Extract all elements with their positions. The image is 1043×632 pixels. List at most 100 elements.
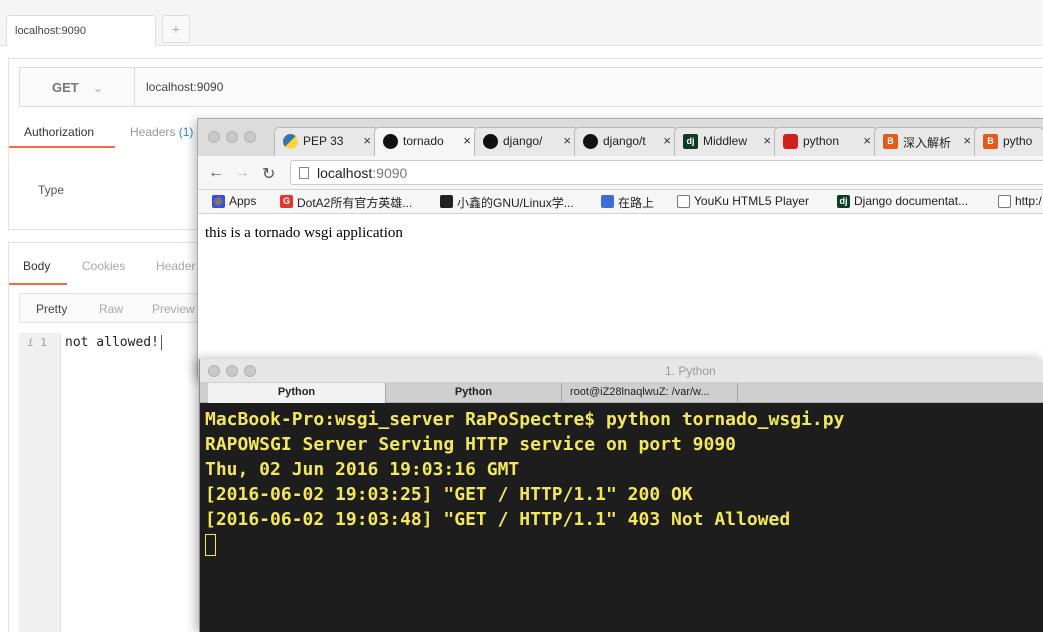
view-pretty-button[interactable]: Pretty xyxy=(36,302,67,316)
request-tabs: Authorization Headers (1) xyxy=(9,119,209,149)
info-icon: i xyxy=(27,336,34,349)
chevron-down-icon: ⌄ xyxy=(92,80,104,95)
browser-tab-label: python xyxy=(803,134,840,148)
address-port: :9090 xyxy=(372,165,408,181)
terminal-line: [2016-06-02 19:03:25] "GET / HTTP/1.1" 2… xyxy=(205,484,693,505)
tab-body[interactable]: Body xyxy=(23,259,50,273)
bookmark-http[interactable]: http:/ xyxy=(998,194,1042,208)
tux-icon xyxy=(440,195,453,208)
zoom-window-button[interactable] xyxy=(244,365,256,377)
terminal-tab[interactable]: Python xyxy=(386,383,562,403)
terminal-line: [2016-06-02 19:03:48] "GET / HTTP/1.1" 4… xyxy=(205,509,791,530)
tab-headers-response[interactable]: Header xyxy=(156,259,195,273)
terminal-tabs: Python Python root@iZ28lnaqlwuZ: /var/w.… xyxy=(200,383,1043,403)
postman-tab-bar: localhost:9090 + xyxy=(0,0,1043,46)
tab-cookies[interactable]: Cookies xyxy=(82,259,125,273)
address-bar[interactable]: localhost:9090 xyxy=(290,160,1043,185)
terminal-line: Thu, 02 Jun 2016 19:03:16 GMT xyxy=(205,459,520,480)
bookmark-road[interactable]: 在路上 xyxy=(601,194,654,211)
shield-icon xyxy=(783,134,798,149)
active-tab-indicator xyxy=(9,283,67,285)
browser-tab-active[interactable]: tornado × xyxy=(374,127,478,156)
tab-authorization[interactable]: Authorization xyxy=(24,125,94,139)
browser-tab-label: PEP 33 xyxy=(303,134,344,148)
page-body-text: this is a tornado wsgi application xyxy=(205,225,403,241)
postman-new-tab-button[interactable]: + xyxy=(162,15,190,43)
bookmarks-bar: Apps G DotA2所有官方英雄... 小鑫的GNU/Linux学... 在路… xyxy=(198,190,1043,214)
terminal-cursor xyxy=(205,534,216,556)
g-icon: G xyxy=(280,195,293,208)
browser-tab[interactable]: django/ × xyxy=(474,127,578,156)
close-window-button[interactable] xyxy=(208,365,220,377)
terminal-tab[interactable]: root@iZ28lnaqlwuZ: /var/w... xyxy=(562,383,738,403)
browser-tab-label: django/t xyxy=(603,134,646,148)
zoom-window-button[interactable] xyxy=(244,131,256,143)
active-tab-indicator xyxy=(9,146,115,148)
chrome-window: PEP 33 × tornado × django/ × django/t × … xyxy=(197,118,1043,379)
browser-tab-label: Middlew xyxy=(703,134,748,148)
browser-tab[interactable]: B 深入解析 × xyxy=(874,127,978,156)
bookmark-django[interactable]: dj Django documentat... xyxy=(837,194,968,208)
browser-tab[interactable]: django/t × xyxy=(574,127,678,156)
bookmark-label: DotA2所有官方英雄... xyxy=(297,196,413,210)
blog-icon: B xyxy=(883,134,898,149)
reload-icon[interactable]: ↻ xyxy=(262,164,275,184)
bookmark-linux[interactable]: 小鑫的GNU/Linux学... xyxy=(440,194,574,211)
window-controls xyxy=(208,365,262,380)
page-icon xyxy=(299,167,309,179)
headers-count-badge: (1) xyxy=(178,125,194,139)
github-icon xyxy=(483,134,498,149)
terminal-tab-active[interactable]: Python xyxy=(208,383,386,403)
django-icon: dj xyxy=(837,195,850,208)
bookmark-dota2[interactable]: G DotA2所有官方英雄... xyxy=(280,194,412,211)
line-number-value: 1 xyxy=(40,336,47,349)
url-input[interactable]: localhost:9090 xyxy=(146,80,223,94)
browser-tab[interactable]: dj Middlew × xyxy=(674,127,778,156)
address-host: localhost xyxy=(317,165,373,181)
close-tab-icon[interactable]: × xyxy=(563,133,571,148)
terminal-output[interactable]: MacBook-Pro:wsgi_server RaPoSpectre$ pyt… xyxy=(200,403,1043,632)
bookmark-youku[interactable]: YouKu HTML5 Player xyxy=(677,194,809,208)
window-controls xyxy=(208,131,262,146)
close-tab-icon[interactable]: × xyxy=(463,133,471,148)
line-number: i 1 xyxy=(27,336,47,349)
browser-tab-label: 深入解析 xyxy=(903,136,952,150)
bookmark-apps[interactable]: Apps xyxy=(212,194,256,208)
postman-request-tab[interactable]: localhost:9090 xyxy=(6,15,156,46)
view-preview-button[interactable]: Preview xyxy=(152,302,195,316)
method-label: GET xyxy=(52,80,79,95)
django-icon: dj xyxy=(683,134,698,149)
back-arrow-icon[interactable]: ← xyxy=(208,164,224,182)
python-icon xyxy=(283,134,298,149)
view-raw-button[interactable]: Raw xyxy=(99,302,123,316)
tab-headers[interactable]: Headers (1) xyxy=(130,125,193,139)
terminal-title: 1. Python xyxy=(665,364,716,378)
forward-arrow-icon[interactable]: → xyxy=(234,164,250,182)
close-tab-icon[interactable]: × xyxy=(863,133,871,148)
bookmark-label: Django documentat... xyxy=(854,194,969,208)
minimize-window-button[interactable] xyxy=(226,131,238,143)
auth-type-label: Type xyxy=(38,183,65,197)
browser-tab[interactable]: B pytho xyxy=(974,127,1043,156)
minimize-window-button[interactable] xyxy=(226,365,238,377)
bookmark-label: Apps xyxy=(229,194,257,208)
browser-tab[interactable]: python × xyxy=(774,127,878,156)
close-tab-icon[interactable]: × xyxy=(763,133,771,148)
close-window-button[interactable] xyxy=(208,131,220,143)
close-tab-icon[interactable]: × xyxy=(363,133,371,148)
close-tab-icon[interactable]: × xyxy=(663,133,671,148)
text-caret xyxy=(160,335,162,350)
browser-tab-label: pytho xyxy=(1003,134,1033,148)
close-tab-icon[interactable]: × xyxy=(963,133,971,148)
terminal-title-bar: 1. Python xyxy=(200,359,1043,383)
github-icon xyxy=(583,134,598,149)
response-body-text: not allowed! xyxy=(65,335,162,350)
browser-tab[interactable]: PEP 33 × xyxy=(274,127,378,156)
method-select[interactable]: GET ⌄ xyxy=(20,68,135,106)
bookmark-label: 小鑫的GNU/Linux学... xyxy=(457,196,574,210)
doc-icon xyxy=(677,195,690,208)
terminal-window: 1. Python Python Python root@iZ28lnaqlwu… xyxy=(199,359,1043,632)
terminal-prompt-line xyxy=(205,532,1043,557)
tab-headers-label: Headers xyxy=(130,125,176,139)
response-body-value: not allowed! xyxy=(65,335,159,350)
